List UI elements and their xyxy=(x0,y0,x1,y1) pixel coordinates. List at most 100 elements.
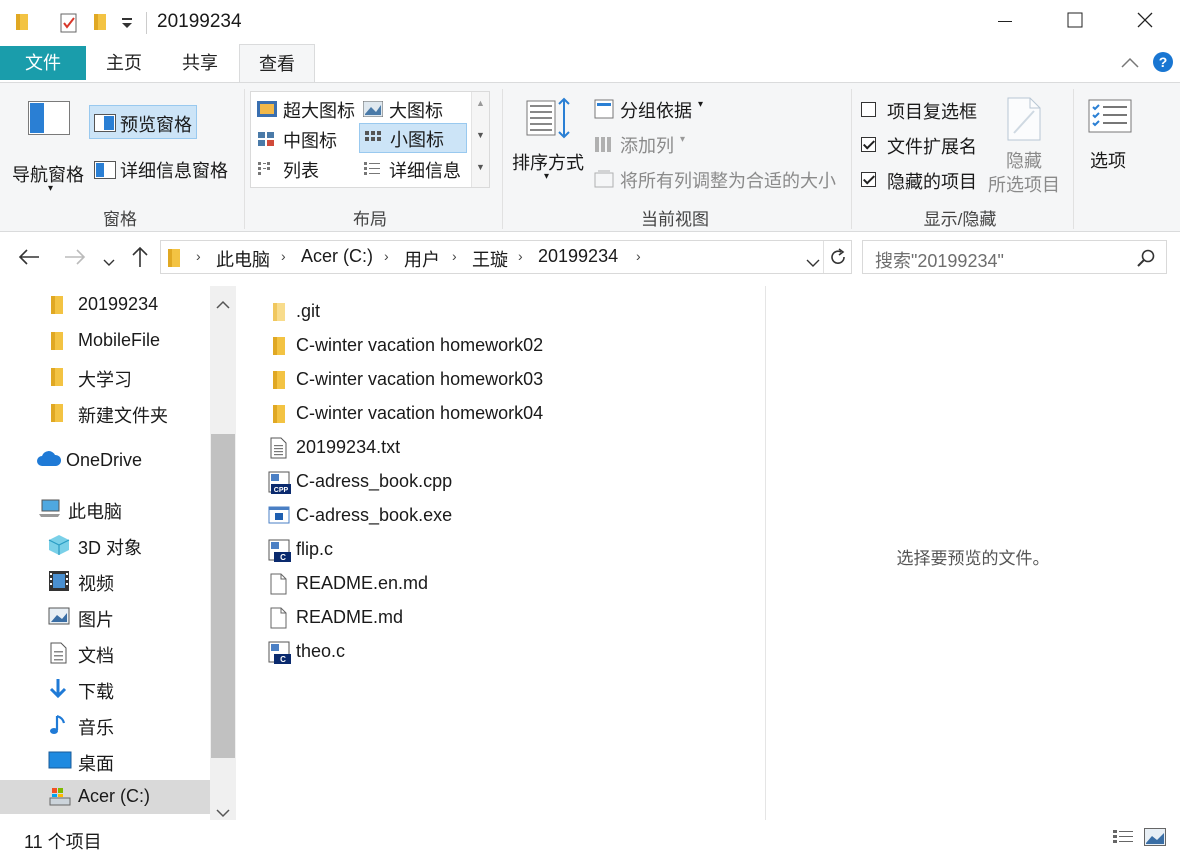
chevron-down-icon: ▾ xyxy=(698,99,704,110)
preview-pane-label: 预览窗格 xyxy=(120,115,192,135)
scroll-up-icon[interactable] xyxy=(216,294,230,315)
folder-icon xyxy=(268,301,288,328)
breadcrumb-separator-icon[interactable]: › xyxy=(518,248,523,264)
add-columns-button[interactable]: 添加列 ▾ xyxy=(592,130,722,158)
nav-item-11[interactable]: 音乐 xyxy=(0,708,210,742)
gallery-down-icon[interactable]: ▼ xyxy=(476,130,485,140)
up-icon[interactable] xyxy=(131,246,149,273)
file-item[interactable]: C-adress_book.exe xyxy=(266,499,746,533)
details-pane-button[interactable]: 详细信息窗格 xyxy=(92,155,242,185)
breadcrumb-separator-icon[interactable]: › xyxy=(281,248,286,264)
details-option[interactable]: 详细信息 xyxy=(361,155,465,183)
nav-item-7[interactable]: 视频 xyxy=(0,564,210,598)
file-item[interactable]: Ctheo.c xyxy=(266,635,746,669)
nav-scrollbar-thumb[interactable] xyxy=(211,434,235,758)
breadcrumb-separator-icon[interactable]: › xyxy=(384,248,389,264)
nav-item-13[interactable]: Acer (C:) xyxy=(0,780,210,814)
navigation-pane: 20199234 MobileFile 大学习 新建文件夹 OneDrive 此电脑 3D … xyxy=(0,286,236,820)
close-button[interactable] xyxy=(1110,0,1180,44)
file-item[interactable]: 20199234.txt xyxy=(266,431,746,465)
breadcrumb-current[interactable]: 20199234 xyxy=(538,246,618,267)
refresh-icon[interactable] xyxy=(829,248,847,271)
gallery-up-icon[interactable]: ▲ xyxy=(476,98,485,108)
customize-quick-access-icon[interactable] xyxy=(120,14,134,35)
medium-icons-option[interactable]: 中图标 xyxy=(255,125,359,153)
nav-item-8[interactable]: 图片 xyxy=(0,600,210,634)
layout-gallery-scroll[interactable]: ▲ ▼ ▼ xyxy=(471,92,489,187)
file-item[interactable]: C-winter vacation homework02 xyxy=(266,329,746,363)
tab-share[interactable]: 共享 xyxy=(170,44,230,82)
options-button[interactable]: 选项 xyxy=(1080,97,1140,187)
navigation-pane-button[interactable]: 导航窗格 ▾ xyxy=(8,97,88,194)
breadcrumb-users[interactable]: 用户 xyxy=(404,246,440,272)
nav-item-10[interactable]: 下载 xyxy=(0,672,210,706)
add-columns-label: 添加列 xyxy=(620,136,674,156)
file-item[interactable]: C-winter vacation homework03 xyxy=(266,363,746,397)
breadcrumb-separator-icon[interactable]: › xyxy=(452,248,457,264)
breadcrumb-drive[interactable]: Acer (C:) xyxy=(301,246,373,267)
nav-item-5[interactable]: 此电脑 xyxy=(0,492,210,526)
help-icon[interactable]: ? xyxy=(1152,51,1174,78)
item-checkboxes-toggle[interactable]: 项目复选框 xyxy=(858,97,988,123)
maximize-button[interactable] xyxy=(1040,0,1110,44)
nav-scrollbar[interactable] xyxy=(210,286,236,820)
svg-text:CPP: CPP xyxy=(274,487,289,494)
file-item[interactable]: CPP C-adress_book.cpp xyxy=(266,465,746,499)
forward-icon[interactable] xyxy=(64,248,86,271)
new-folder-icon[interactable] xyxy=(92,12,110,37)
breadcrumb-this-pc[interactable]: 此电脑 xyxy=(216,246,270,272)
nav-item-3[interactable]: 新建文件夹 xyxy=(0,396,210,430)
folder-icon xyxy=(48,366,66,393)
hidden-items-toggle[interactable]: 隐藏的项目 xyxy=(858,167,988,193)
tab-home[interactable]: 主页 xyxy=(94,44,154,82)
file-item[interactable]: C-winter vacation homework04 xyxy=(266,397,746,431)
search-input[interactable]: 搜索"20199234" xyxy=(875,247,1004,273)
address-history-icon[interactable] xyxy=(806,252,820,273)
file-item[interactable]: .git xyxy=(266,295,746,329)
address-bar[interactable]: › 此电脑 › Acer (C:) › 用户 › 王璇 › 20199234 › xyxy=(160,240,852,274)
extra-large-icons-option[interactable]: 超大图标 xyxy=(255,95,359,123)
list-option[interactable]: 列表 xyxy=(255,155,359,183)
status-bar: 11 个项目 xyxy=(0,820,1180,857)
file-extensions-checkbox[interactable] xyxy=(861,137,876,152)
file-item[interactable]: README.md xyxy=(266,601,746,635)
recent-locations-icon[interactable] xyxy=(103,252,115,273)
nav-item-12[interactable]: 桌面 xyxy=(0,744,210,778)
collapse-ribbon-icon[interactable] xyxy=(1120,54,1140,75)
layout-gallery: 超大图标 大图标 中图标 小图标 列表 详细信息 ▲ ▼ ▼ xyxy=(250,91,490,188)
preview-pane-button[interactable]: 预览窗格 xyxy=(89,105,197,139)
tab-view[interactable]: 查看 xyxy=(239,44,315,83)
small-icons-option[interactable]: 小图标 xyxy=(359,123,467,153)
breadcrumb-user[interactable]: 王璇 xyxy=(472,246,508,272)
nav-item-4[interactable]: OneDrive xyxy=(0,444,210,478)
nav-item-0[interactable]: 20199234 xyxy=(0,288,210,322)
back-icon[interactable] xyxy=(18,248,40,271)
breadcrumb-separator-icon[interactable]: › xyxy=(196,248,201,264)
search-box[interactable]: 搜索"20199234" xyxy=(862,240,1167,274)
file-item[interactable]: Cflip.c xyxy=(266,533,746,567)
group-by-button[interactable]: 分组依据 ▾ xyxy=(592,95,722,123)
size-all-columns-button[interactable]: 将所有列调整为合适的大小 xyxy=(592,165,842,193)
nav-item-label: 下载 xyxy=(78,682,114,702)
file-extensions-toggle[interactable]: 文件扩展名 xyxy=(858,132,988,158)
chevron-down-icon: ▾ xyxy=(680,134,686,145)
nav-item-1[interactable]: MobileFile xyxy=(0,324,210,358)
tab-file[interactable]: 文件 xyxy=(0,46,86,80)
nav-item-9[interactable]: 文档 xyxy=(0,636,210,670)
gallery-more-icon[interactable]: ▼ xyxy=(476,162,485,172)
hidden-items-checkbox[interactable] xyxy=(861,172,876,187)
nav-item-2[interactable]: 大学习 xyxy=(0,360,210,394)
panes-group-label: 窗格 xyxy=(103,210,137,229)
large-icons-option[interactable]: 大图标 xyxy=(361,95,465,123)
item-checkboxes-checkbox[interactable] xyxy=(861,102,876,117)
hide-selected-items-button[interactable]: 隐藏 所选项目 xyxy=(986,95,1062,199)
sort-by-button[interactable]: 排序方式 ▾ xyxy=(508,93,588,197)
file-item[interactable]: README.en.md xyxy=(266,567,746,601)
details-view-toggle-icon[interactable] xyxy=(1112,828,1134,851)
large-icons-toggle-icon[interactable] xyxy=(1144,828,1166,851)
breadcrumb-separator-icon[interactable]: › xyxy=(636,248,641,264)
properties-icon[interactable] xyxy=(58,12,80,39)
minimize-button[interactable] xyxy=(970,0,1040,44)
search-icon[interactable] xyxy=(1137,249,1155,272)
nav-item-6[interactable]: 3D 对象 xyxy=(0,528,210,562)
